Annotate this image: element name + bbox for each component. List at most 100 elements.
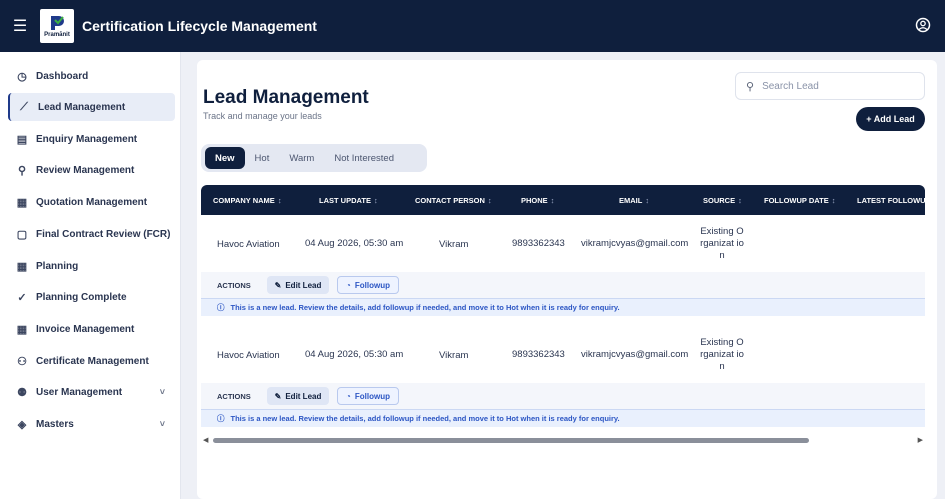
sidebar-item-label: Enquiry Management — [36, 133, 138, 145]
calendar-icon: ▦ — [16, 260, 28, 273]
sidebar-item-quotation-management[interactable]: ▦ Quotation Management — [8, 188, 175, 216]
scroll-left-icon[interactable]: ◀ — [203, 436, 208, 444]
sidebar-item-fcr[interactable]: ▢ Final Contract Review (FCR) — [8, 220, 175, 248]
cell-company: Havoc Aviation — [217, 239, 280, 250]
sidebar-item-invoice-management[interactable]: ▦ Invoice Management — [8, 315, 175, 343]
edit-icon: ✎ — [274, 391, 282, 401]
sidebar: ◷ Dashboard ⟋ Lead Management ▤ Enquiry … — [0, 52, 181, 499]
actions-label: ACTIONS — [217, 281, 251, 290]
col-followup-date[interactable]: FOLLOWUP DATE ↕ — [764, 196, 835, 205]
actions-label: ACTIONS — [217, 392, 251, 401]
sidebar-item-user-management[interactable]: ⚉ User Management ˅ — [8, 378, 175, 406]
chevron-down-icon[interactable]: ˅ — [160, 387, 165, 397]
logo-text: Pramānit — [44, 31, 70, 38]
search-icon: ⚲ — [746, 80, 755, 93]
col-contact-person[interactable]: CONTACT PERSON ↕ — [415, 196, 492, 205]
page-title: Lead Management — [203, 87, 369, 108]
invoice-icon: ▦ — [16, 323, 28, 336]
search-icon: ⚲ — [17, 164, 27, 177]
receipt-icon: ▦ — [16, 196, 28, 209]
cell-source: Existing Organizat ion — [700, 226, 744, 261]
top-bar: ☰ Pramānit Certification Lifecycle Manag… — [0, 0, 945, 52]
sidebar-item-label: Certificate Management — [36, 355, 149, 367]
cell-email[interactable]: vikramjcvyas@gmail.com — [581, 349, 688, 360]
sidebar-item-review-management[interactable]: ⚲ Review Management — [8, 156, 175, 184]
sidebar-item-lead-management[interactable]: ⟋ Lead Management — [8, 93, 175, 121]
award-icon: ⚇ — [17, 355, 27, 368]
cell-phone: 9893362343 — [512, 349, 565, 360]
cell-last-update: 04 Aug 2026, 05:30 am — [305, 349, 404, 360]
sidebar-item-label: Planning Complete — [36, 291, 127, 303]
layers-icon: ◈ — [17, 418, 27, 431]
followup-button[interactable]: ◔ Followup — [337, 387, 399, 405]
info-note: ⓘ This is a new lead. Review the details… — [201, 409, 925, 427]
leads-table: COMPANY NAME ↕ LAST UPDATE ↕ CONTACT PERSO… — [201, 185, 925, 450]
status-tabs: New Hot Warm Not Interested — [201, 144, 427, 172]
col-company-name[interactable]: COMPANY NAME ↕ — [213, 196, 282, 205]
check-circle-icon: ✓ — [17, 291, 27, 304]
sidebar-item-label: Lead Management — [38, 101, 126, 113]
sidebar-item-label: Masters — [36, 418, 74, 430]
history-icon: ◔ — [346, 280, 351, 290]
info-icon: ⓘ — [217, 414, 225, 423]
table-row[interactable]: Havoc Aviation 04 Aug 2026, 05:30 am Vik… — [201, 215, 925, 271]
sidebar-item-label: Dashboard — [36, 70, 89, 82]
edit-lead-label: Edit Lead — [285, 280, 322, 290]
cell-contact: Vikram — [439, 350, 469, 361]
scrollbar-thumb[interactable] — [213, 438, 809, 443]
cell-company: Havoc Aviation — [217, 350, 280, 361]
tab-new[interactable]: New — [205, 147, 245, 169]
search-placeholder: Search Lead — [762, 80, 819, 92]
chevron-down-icon[interactable]: ˅ — [160, 419, 165, 429]
sidebar-item-enquiry-management[interactable]: ▤ Enquiry Management — [8, 125, 175, 153]
col-phone[interactable]: PHONE ↕ — [521, 196, 554, 205]
clipboard-icon: ▤ — [16, 133, 28, 146]
info-note-text: This is a new lead. Review the details, … — [230, 414, 620, 423]
scroll-right-icon[interactable]: ▶ — [918, 436, 923, 444]
sidebar-item-label: Final Contract Review (FCR) — [36, 228, 171, 240]
sidebar-item-certificate-management[interactable]: ⚇ Certificate Management — [8, 347, 175, 375]
cell-source: Existing Organizat ion — [700, 337, 744, 372]
account-icon[interactable] — [915, 17, 931, 33]
followup-button[interactable]: ◔ Followup — [337, 276, 399, 294]
tab-warm[interactable]: Warm — [279, 147, 324, 169]
table-row[interactable]: Havoc Aviation 04 Aug 2026, 05:30 am Vik… — [201, 326, 925, 382]
sidebar-item-planning[interactable]: ▦ Planning — [8, 252, 175, 280]
row-actions: ACTIONS ✎ Edit Lead ◔ Followup — [201, 383, 925, 409]
tab-hot[interactable]: Hot — [245, 147, 280, 169]
edit-icon: ✎ — [274, 280, 282, 290]
app-logo: Pramānit — [40, 9, 74, 43]
users-icon: ⚉ — [17, 386, 27, 399]
info-icon: ⓘ — [217, 303, 225, 312]
document-icon: ▢ — [16, 228, 28, 241]
horizontal-scrollbar[interactable]: ◀ ▶ — [201, 435, 925, 445]
cell-email[interactable]: vikramjcvyas@gmail.com — [581, 238, 688, 249]
col-email[interactable]: EMAIL ↕ — [619, 196, 649, 205]
logo-mark-icon — [51, 15, 64, 30]
hamburger-icon[interactable]: ☰ — [0, 16, 40, 36]
trend-icon: ⟋ — [20, 100, 28, 113]
clock-icon: ◷ — [17, 70, 27, 83]
col-source[interactable]: SOURCE ↕ — [703, 196, 742, 205]
add-lead-button[interactable]: + Add Lead — [856, 107, 925, 131]
col-latest-followup[interactable]: LATEST FOLLOWUP — [857, 196, 925, 205]
cell-phone: 9893362343 — [512, 238, 565, 249]
info-note-text: This is a new lead. Review the details, … — [230, 303, 620, 312]
sidebar-item-planning-complete[interactable]: ✓ Planning Complete — [8, 283, 175, 311]
cell-last-update: 04 Aug 2026, 05:30 am — [305, 238, 404, 249]
sidebar-item-label: Quotation Management — [36, 196, 148, 208]
tab-not-interested[interactable]: Not Interested — [324, 147, 404, 169]
edit-lead-label: Edit Lead — [285, 391, 322, 401]
col-last-update[interactable]: LAST UPDATE ↕ — [319, 196, 378, 205]
sidebar-item-masters[interactable]: ◈ Masters ˅ — [8, 410, 175, 438]
page-subtitle: Track and manage your leads — [203, 111, 322, 121]
edit-lead-button[interactable]: ✎ Edit Lead — [267, 276, 329, 294]
app-title: Certification Lifecycle Management — [82, 18, 317, 34]
edit-lead-button[interactable]: ✎ Edit Lead — [267, 387, 329, 405]
sidebar-item-dashboard[interactable]: ◷ Dashboard — [8, 62, 175, 90]
history-icon: ◔ — [346, 391, 351, 401]
sidebar-item-label: Review Management — [36, 164, 135, 176]
table-header: COMPANY NAME ↕ LAST UPDATE ↕ CONTACT PERSO… — [201, 185, 925, 215]
main-panel: Lead Management Track and manage your le… — [197, 60, 937, 499]
search-input[interactable]: ⚲ Search Lead — [735, 72, 925, 100]
